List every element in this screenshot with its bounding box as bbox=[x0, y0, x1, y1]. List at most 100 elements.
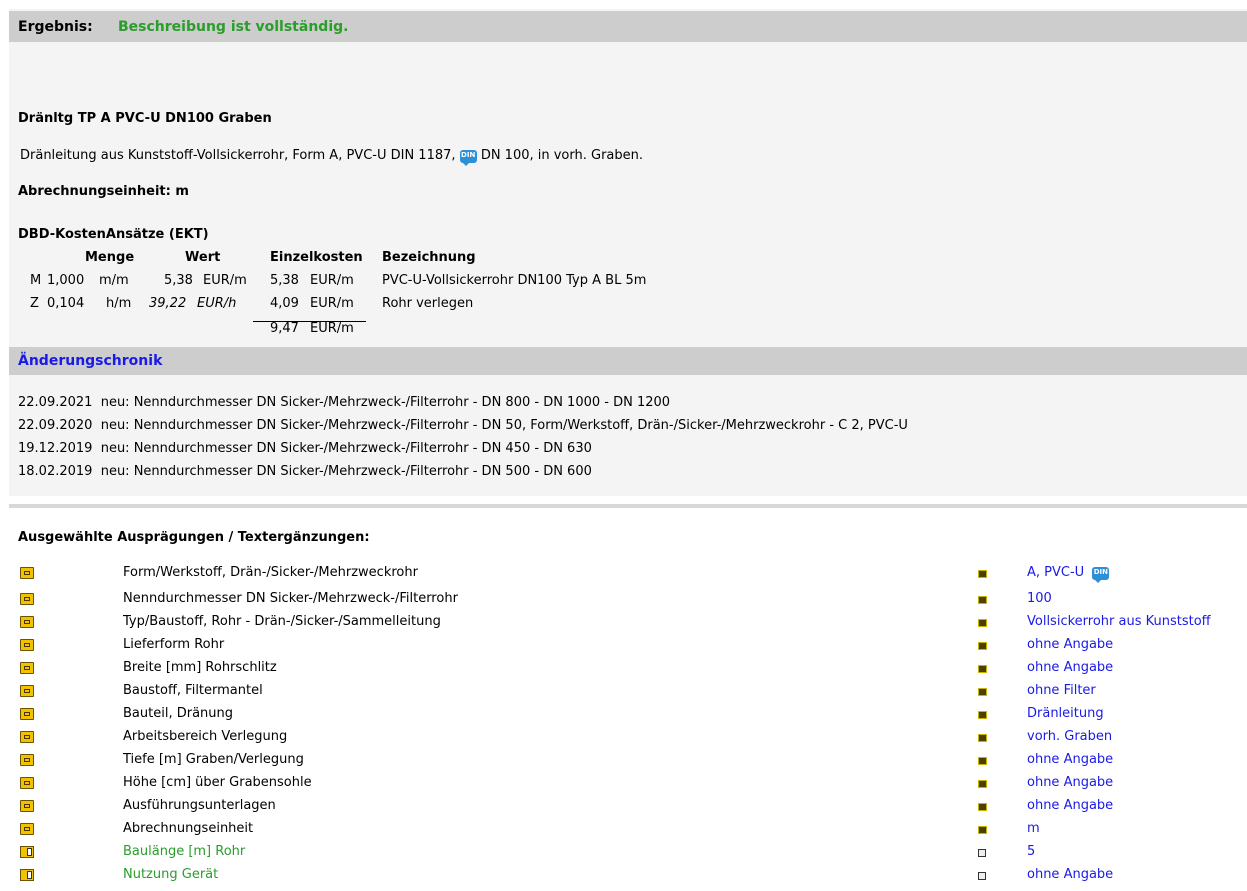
folder-icon[interactable] bbox=[20, 567, 34, 579]
selection-row[interactable]: Baustoff, Filtermantel ohne Filter bbox=[0, 683, 1247, 706]
selection-label[interactable]: Nenndurchmesser DN Sicker-/Mehrzweck-/Fi… bbox=[123, 591, 458, 606]
selection-value[interactable]: 5 bbox=[1027, 844, 1035, 859]
selection-marker-icon[interactable] bbox=[978, 757, 987, 765]
folder-icon[interactable] bbox=[20, 800, 34, 812]
selection-row[interactable]: Breite [mm] Rohrschlitz ohne Angabe bbox=[0, 660, 1247, 683]
selection-value[interactable]: 100 bbox=[1027, 591, 1052, 606]
selection-row[interactable]: Arbeitsbereich Verlegung vorh. Graben bbox=[0, 729, 1247, 752]
selection-label[interactable]: Baustoff, Filtermantel bbox=[123, 683, 263, 698]
selection-value[interactable]: Dränleitung bbox=[1027, 706, 1104, 721]
selection-value-text[interactable]: ohne Angabe bbox=[1027, 867, 1113, 882]
cost-menge: 1,000 bbox=[47, 273, 85, 288]
selection-value-text[interactable]: 5 bbox=[1027, 844, 1035, 859]
selection-value[interactable]: ohne Angabe bbox=[1027, 637, 1113, 652]
folder-icon[interactable] bbox=[20, 593, 34, 605]
selection-marker-icon[interactable] bbox=[978, 619, 987, 627]
folder-icon[interactable] bbox=[20, 616, 34, 628]
selection-value[interactable]: Vollsickerrohr aus Kunststoff bbox=[1027, 614, 1211, 629]
selection-row[interactable]: Nenndurchmesser DN Sicker-/Mehrzweck-/Fi… bbox=[0, 591, 1247, 614]
selection-row[interactable]: Bauteil, Dränung Dränleitung bbox=[0, 706, 1247, 729]
selection-value[interactable]: ohne Angabe bbox=[1027, 867, 1113, 882]
selection-row[interactable]: Baulänge [m] Rohr 5 bbox=[0, 844, 1247, 867]
selection-marker-icon[interactable] bbox=[978, 711, 987, 719]
selection-value[interactable]: ohne Angabe bbox=[1027, 798, 1113, 813]
note-icon[interactable] bbox=[20, 869, 34, 881]
selection-label[interactable]: Nutzung Gerät bbox=[123, 867, 218, 882]
note-icon[interactable] bbox=[20, 846, 34, 858]
selection-value[interactable]: ohne Filter bbox=[1027, 683, 1096, 698]
selection-value[interactable]: m bbox=[1027, 821, 1040, 836]
selection-value[interactable]: vorh. Graben bbox=[1027, 729, 1112, 744]
selection-value-text[interactable]: Dränleitung bbox=[1027, 706, 1104, 721]
selection-label[interactable]: Abrechnungseinheit bbox=[123, 821, 253, 836]
folder-icon[interactable] bbox=[20, 777, 34, 789]
selection-value-text[interactable]: 100 bbox=[1027, 591, 1052, 606]
selection-label[interactable]: Ausführungsunterlagen bbox=[123, 798, 276, 813]
document-icon[interactable] bbox=[978, 849, 986, 857]
unit-line: Abrechnungseinheit: m bbox=[18, 184, 189, 199]
selection-row[interactable]: Form/Werkstoff, Drän-/Sicker-/Mehrzweckr… bbox=[0, 565, 1247, 588]
selection-title: Ausgewählte Ausprägungen / Textergänzung… bbox=[18, 530, 370, 545]
cost-einzel: 5,38 bbox=[270, 273, 299, 288]
selection-value-text[interactable]: ohne Angabe bbox=[1027, 637, 1113, 652]
selection-marker-icon[interactable] bbox=[978, 780, 987, 788]
selection-value[interactable]: ohne Angabe bbox=[1027, 660, 1113, 675]
chronik-bar[interactable]: Änderungschronik bbox=[9, 347, 1247, 375]
cost-einzel-unit: EUR/m bbox=[310, 273, 354, 288]
cost-type: Z bbox=[30, 296, 39, 311]
chronik-title[interactable]: Änderungschronik bbox=[18, 353, 162, 369]
selection-row[interactable]: Tiefe [m] Graben/Verlegung ohne Angabe bbox=[0, 752, 1247, 775]
selection-label[interactable]: Höhe [cm] über Grabensohle bbox=[123, 775, 312, 790]
selection-marker-icon[interactable] bbox=[978, 826, 987, 834]
folder-icon[interactable] bbox=[20, 754, 34, 766]
selection-marker-icon[interactable] bbox=[978, 688, 987, 696]
cost-einzel: 4,09 bbox=[270, 296, 299, 311]
din-info-icon[interactable]: DIN bbox=[459, 150, 477, 166]
document-icon[interactable] bbox=[978, 872, 986, 880]
selection-value-text[interactable]: ohne Angabe bbox=[1027, 752, 1113, 767]
selection-value[interactable]: A, PVC-U DIN bbox=[1027, 565, 1110, 583]
selection-value-text[interactable]: Vollsickerrohr aus Kunststoff bbox=[1027, 614, 1211, 629]
folder-icon[interactable] bbox=[20, 685, 34, 697]
selection-value-text[interactable]: ohne Angabe bbox=[1027, 660, 1113, 675]
selection-row[interactable]: Ausführungsunterlagen ohne Angabe bbox=[0, 798, 1247, 821]
selection-value-text[interactable]: A, PVC-U bbox=[1027, 565, 1084, 580]
selection-label[interactable]: Lieferform Rohr bbox=[123, 637, 224, 652]
chronik-entry: 18.02.2019 neu: Nenndurchmesser DN Sicke… bbox=[18, 464, 592, 479]
selection-label[interactable]: Typ/Baustoff, Rohr - Drän-/Sicker-/Samme… bbox=[123, 614, 441, 629]
selection-row[interactable]: Typ/Baustoff, Rohr - Drän-/Sicker-/Samme… bbox=[0, 614, 1247, 637]
selection-value-text[interactable]: ohne Angabe bbox=[1027, 775, 1113, 790]
cost-total-unit: EUR/m bbox=[310, 321, 354, 336]
selection-value[interactable]: ohne Angabe bbox=[1027, 752, 1113, 767]
folder-icon[interactable] bbox=[20, 823, 34, 835]
selection-row[interactable]: Höhe [cm] über Grabensohle ohne Angabe bbox=[0, 775, 1247, 798]
selection-label[interactable]: Arbeitsbereich Verlegung bbox=[123, 729, 287, 744]
selection-marker-icon[interactable] bbox=[978, 734, 987, 742]
selection-label[interactable]: Bauteil, Dränung bbox=[123, 706, 233, 721]
selection-label[interactable]: Baulänge [m] Rohr bbox=[123, 844, 245, 859]
section-divider bbox=[9, 504, 1247, 508]
selection-row[interactable]: Lieferform Rohr ohne Angabe bbox=[0, 637, 1247, 660]
selection-value-text[interactable]: ohne Filter bbox=[1027, 683, 1096, 698]
folder-icon[interactable] bbox=[20, 639, 34, 651]
selection-label[interactable]: Tiefe [m] Graben/Verlegung bbox=[123, 752, 304, 767]
selection-value-text[interactable]: vorh. Graben bbox=[1027, 729, 1112, 744]
folder-icon[interactable] bbox=[20, 731, 34, 743]
selection-marker-icon[interactable] bbox=[978, 803, 987, 811]
selection-label[interactable]: Form/Werkstoff, Drän-/Sicker-/Mehrzweckr… bbox=[123, 565, 418, 580]
din-info-icon[interactable]: DIN bbox=[1092, 567, 1110, 583]
selection-value-text[interactable]: m bbox=[1027, 821, 1040, 836]
selection-marker-icon[interactable] bbox=[978, 570, 987, 578]
selection-marker-icon[interactable] bbox=[978, 665, 987, 673]
selection-value-text[interactable]: ohne Angabe bbox=[1027, 798, 1113, 813]
selection-row[interactable]: Abrechnungseinheit m bbox=[0, 821, 1247, 844]
selection-marker-icon[interactable] bbox=[978, 596, 987, 604]
selection-row[interactable]: Nutzung Gerät ohne Angabe bbox=[0, 867, 1247, 890]
selection-marker-icon[interactable] bbox=[978, 642, 987, 650]
folder-icon[interactable] bbox=[20, 662, 34, 674]
selection-label[interactable]: Breite [mm] Rohrschlitz bbox=[123, 660, 277, 675]
selection-value[interactable]: ohne Angabe bbox=[1027, 775, 1113, 790]
folder-icon[interactable] bbox=[20, 708, 34, 720]
cost-wert-unit: EUR/m bbox=[203, 273, 247, 288]
cost-wert-unit: EUR/h bbox=[197, 296, 237, 311]
